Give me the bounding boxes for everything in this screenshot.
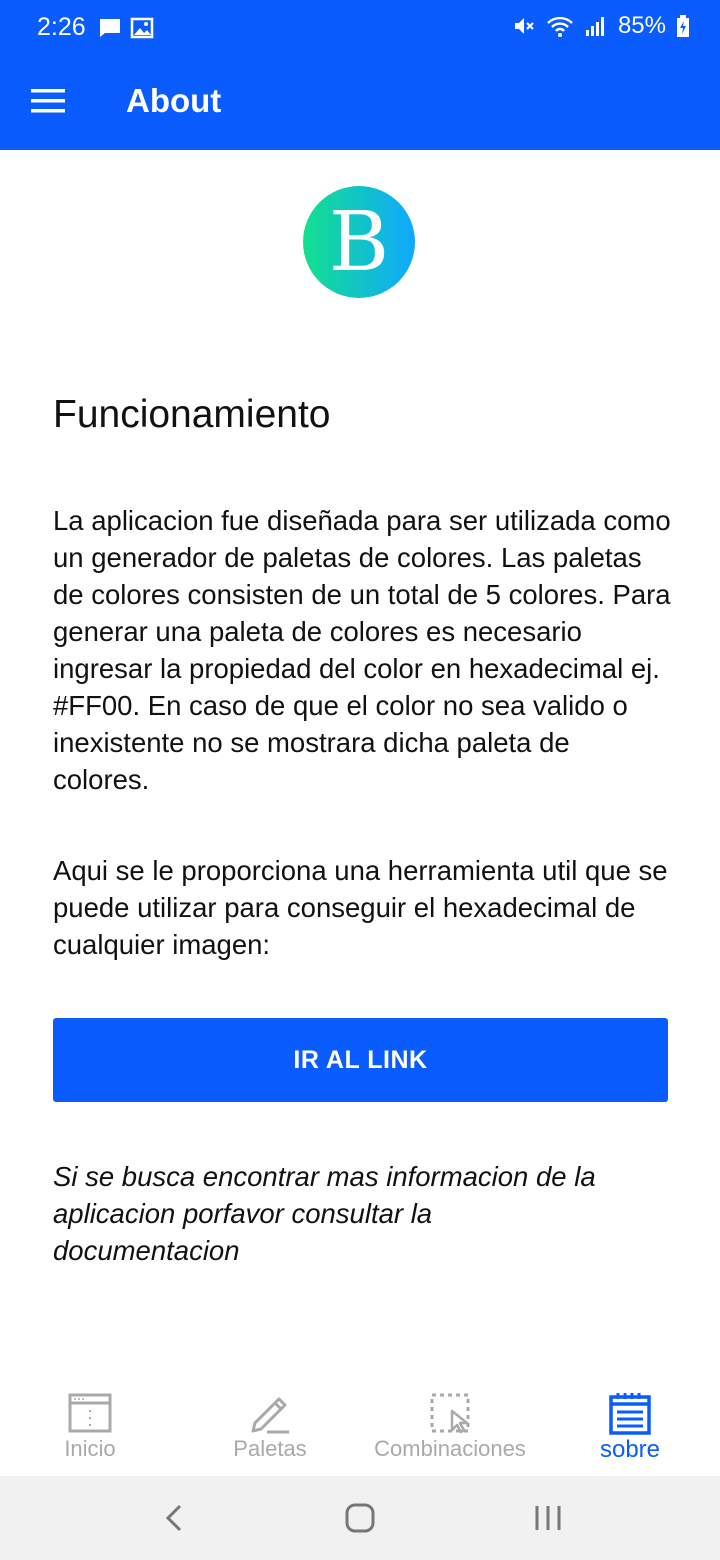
signal-icon (585, 17, 604, 36)
status-system-icons: 85% (512, 12, 690, 40)
nav-label: Combinaciones (374, 1436, 526, 1461)
status-bar: 2:26 85% (0, 0, 720, 56)
app-logo: B (303, 186, 415, 298)
notepad-icon (609, 1393, 651, 1435)
nav-label: sobre (599, 1436, 661, 1463)
tool-paragraph: Aqui se le proporciona una herramienta u… (53, 855, 668, 960)
mute-icon (514, 18, 534, 34)
nav-item-combinaciones[interactable]: Combinaciones (360, 1378, 540, 1476)
back-icon[interactable] (160, 1500, 188, 1536)
hamburger-menu-icon[interactable] (31, 86, 67, 116)
section-title: Funcionamiento (53, 393, 331, 436)
battery-icon (677, 15, 689, 37)
image-icon (130, 17, 154, 39)
status-notification-icons (98, 16, 154, 40)
home-icon[interactable] (342, 1500, 378, 1536)
status-time: 2:26 (37, 13, 86, 41)
system-navigation-bar (0, 1476, 720, 1560)
selection-cursor-icon (430, 1393, 470, 1434)
wifi-icon (547, 16, 573, 37)
logo-letter: B (329, 195, 389, 290)
battery-percentage: 85% (617, 12, 666, 39)
nav-item-paletas[interactable]: Paletas (180, 1378, 360, 1476)
recents-icon[interactable] (532, 1500, 564, 1536)
nav-item-sobre[interactable]: sobre (540, 1378, 720, 1476)
app-bar: About (0, 56, 720, 150)
nav-label: Paletas (233, 1436, 307, 1461)
documentation-note: Si se busca encontrar mas informacion de… (53, 1161, 596, 1266)
go-to-link-button[interactable]: IR AL LINK (53, 1018, 668, 1102)
nav-label: Inicio (64, 1436, 116, 1461)
bottom-navigation: Inicio Paletas Combinaciones sobre (0, 1378, 720, 1476)
description-paragraph: La aplicacion fue diseñada para ser util… (53, 505, 671, 795)
page-title: About (126, 82, 222, 119)
nav-item-inicio[interactable]: Inicio (0, 1378, 180, 1476)
message-icon (100, 19, 120, 37)
pencil-icon (251, 1397, 289, 1434)
window-icon (68, 1393, 112, 1433)
